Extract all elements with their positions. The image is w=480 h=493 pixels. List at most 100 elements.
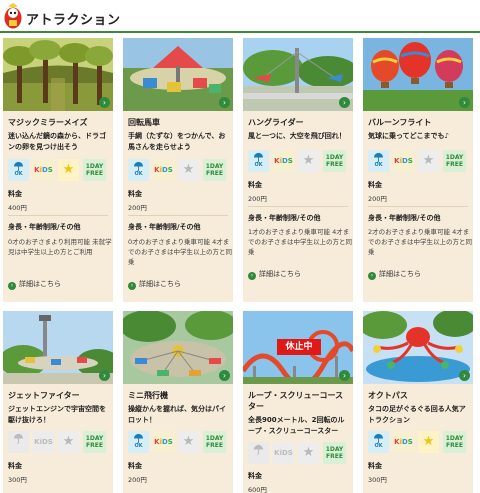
kids-icon: KiDS <box>33 431 54 453</box>
kids-icon: KiDS <box>153 159 174 181</box>
attraction-card-octopus[interactable]: › オクトパス タコの足がぐるぐる回る人気アトラクション OK KiDS ★ 1… <box>363 311 473 493</box>
oneday-free-pass-icon: 1DAY FREE <box>443 431 466 453</box>
attraction-badges: OK KiDS ★ 1DAY FREE <box>128 431 228 453</box>
star-icon: ★ <box>178 159 199 181</box>
chevron-right-icon: › <box>339 97 350 108</box>
rain-ng-umbrella-icon <box>8 431 29 453</box>
arrow-right-icon: › <box>248 272 256 280</box>
attraction-photo: › <box>123 311 233 384</box>
chevron-right-icon: › <box>459 97 470 108</box>
price-value: 600円 <box>248 486 267 493</box>
price-label: 料金 <box>128 462 142 470</box>
detail-link[interactable]: › 詳細はこちら <box>8 279 61 290</box>
chevron-right-icon: › <box>219 370 230 381</box>
rain-ok-umbrella-icon: OK <box>368 431 389 453</box>
attraction-badges: OK KiDS ★ 1DAY FREE <box>368 150 468 172</box>
price-label: 料金 <box>368 462 382 470</box>
attraction-name: マジックミラーメイズ <box>8 118 88 127</box>
star-icon: ★ <box>178 431 199 453</box>
restrictions-text: 2才のお子さまより乗車可能 4才までのお子さまは中学生以上の方と同乗 <box>368 228 472 256</box>
page-title: アトラクション <box>26 13 121 28</box>
oneday-free-pass-icon: 1DAY FREE <box>83 159 106 181</box>
attraction-description: 風と一つに、大空を飛び回れ！ <box>248 132 346 140</box>
attraction-badges: KiDS ★ 1DAY FREE <box>8 431 108 453</box>
attraction-card-merry-go-round[interactable]: › 回転馬車 手綱（たずな）をつかんで、お馬さんを走らせよう OK KiDS ★… <box>123 38 233 302</box>
attraction-photo: › <box>123 38 233 111</box>
attraction-badges: OK KiDS ★ 1DAY FREE <box>248 150 348 172</box>
star-icon: ★ <box>418 431 439 453</box>
detail-link[interactable]: › 詳細はこちら <box>248 269 301 280</box>
attraction-name: オクトパス <box>368 391 408 400</box>
attraction-badges: OK KiDS ★ 1DAY FREE <box>8 159 108 181</box>
attraction-name: ハングライダー <box>248 118 304 127</box>
kids-icon: KiDS <box>33 159 54 181</box>
attraction-description: ジェットエンジンで宇宙空間を駆け抜けろ！ <box>8 405 106 424</box>
price-label: 料金 <box>368 181 382 189</box>
chevron-right-icon: › <box>219 97 230 108</box>
price-label: 料金 <box>248 181 262 189</box>
rain-ok-umbrella-icon: OK <box>128 159 149 181</box>
status-badge: 休止中 <box>277 339 321 355</box>
attraction-photo: › <box>3 38 113 111</box>
chevron-right-icon: › <box>339 370 350 381</box>
attraction-name: ループ・スクリューコースター <box>248 391 344 411</box>
price-label: 料金 <box>8 190 22 198</box>
price-value: 300円 <box>8 476 27 484</box>
price-label: 料金 <box>8 462 22 470</box>
kids-icon: KiDS <box>393 150 414 172</box>
rain-ng-umbrella-icon <box>248 442 269 464</box>
attraction-name: ミニ飛行機 <box>128 391 168 400</box>
kids-icon: KiDS <box>273 150 294 172</box>
attraction-badges: KiDS ★ 1DAY FREE <box>248 442 348 464</box>
price-value: 200円 <box>368 195 387 203</box>
restrictions-label: 身長・年齢制限/その他 <box>128 223 201 231</box>
attraction-description: 操縦かんを握れば、気分はパイロット！ <box>128 405 226 424</box>
price-label: 料金 <box>248 472 262 480</box>
price-value: 200円 <box>248 195 267 203</box>
attraction-description: タコの足がぐるぐる回る人気アトラクション <box>368 405 466 424</box>
divider <box>248 206 348 207</box>
restrictions-label: 身長・年齢制限/その他 <box>8 223 81 231</box>
attraction-card-balloon-flight[interactable]: › バルーンフライト 気球に乗ってどこまでも♪ OK KiDS ★ 1DAY FR… <box>363 38 473 302</box>
restrictions-text: 0才のお子さまより利用可能 未就学児は中学生以上の方とご利用 <box>8 238 112 256</box>
rain-ok-umbrella-icon: OK <box>248 150 269 172</box>
attraction-photo: 休止中 › <box>243 311 353 384</box>
attraction-name: 回転馬車 <box>128 118 160 127</box>
rain-ok-umbrella-icon: OK <box>128 431 149 453</box>
attraction-name: バルーンフライト <box>368 118 432 127</box>
attraction-card-mini-airplane[interactable]: › ミニ飛行機 操縦かんを握れば、気分はパイロット！ OK KiDS ★ 1DA… <box>123 311 233 493</box>
price-label: 料金 <box>128 190 142 198</box>
attraction-description: 迷い込んだ鏡の森から、ドラゴンの卵を見つけ出そう <box>8 132 106 151</box>
oneday-free-pass-icon: 1DAY FREE <box>203 159 226 181</box>
kids-icon: KiDS <box>273 442 294 464</box>
detail-link[interactable]: › 詳細はこちら <box>128 279 181 290</box>
price-value: 200円 <box>128 476 147 484</box>
attraction-card-magic-mirror-maze[interactable]: › マジックミラーメイズ 迷い込んだ鏡の森から、ドラゴンの卵を見つけ出そう OK… <box>3 38 113 302</box>
price-value: 200円 <box>128 204 147 212</box>
chevron-right-icon: › <box>99 97 110 108</box>
attraction-description: 全長900メートル、2回転のループ・スクリューコースター <box>248 416 345 435</box>
attraction-photo: › <box>243 38 353 111</box>
star-icon: ★ <box>298 442 319 464</box>
oneday-free-pass-icon: 1DAY FREE <box>443 150 466 172</box>
arrow-right-icon: › <box>8 282 16 290</box>
detail-link[interactable]: › 詳細はこちら <box>368 269 421 280</box>
rain-ok-umbrella-icon: OK <box>8 159 29 181</box>
attraction-photo: › <box>363 38 473 111</box>
attraction-card-loop-screw-coaster[interactable]: 休止中 › ループ・スクリューコースター 全長900メートル、2回転のループ・ス… <box>243 311 353 493</box>
oneday-free-pass-icon: 1DAY FREE <box>323 150 346 172</box>
kids-icon: KiDS <box>393 431 414 453</box>
restrictions-text: 0才のお子さまより乗車可能 4才までのお子さまは中学生以上の方と同乗 <box>128 238 232 266</box>
attraction-card-hang-glider[interactable]: › ハングライダー 風と一つに、大空を飛び回れ！ OK KiDS ★ 1DAY F… <box>243 38 353 302</box>
kids-icon: KiDS <box>153 431 174 453</box>
attraction-description: 気球に乗ってどこまでも♪ <box>368 132 449 140</box>
chevron-right-icon: › <box>459 370 470 381</box>
star-icon: ★ <box>298 150 319 172</box>
restrictions-text: 1才のお子さまより乗車可能 4才までのお子さまは中学生以上の方と同乗 <box>248 228 352 256</box>
oneday-free-pass-icon: 1DAY FREE <box>83 431 106 453</box>
attraction-card-jet-fighter[interactable]: › ジェットファイター ジェットエンジンで宇宙空間を駆け抜けろ！ KiDS ★ … <box>3 311 113 493</box>
mascot-logo-icon <box>4 3 22 29</box>
attraction-name: ジェットファイター <box>8 391 80 400</box>
attraction-photo: › <box>363 311 473 384</box>
oneday-free-pass-icon: 1DAY FREE <box>323 442 346 464</box>
